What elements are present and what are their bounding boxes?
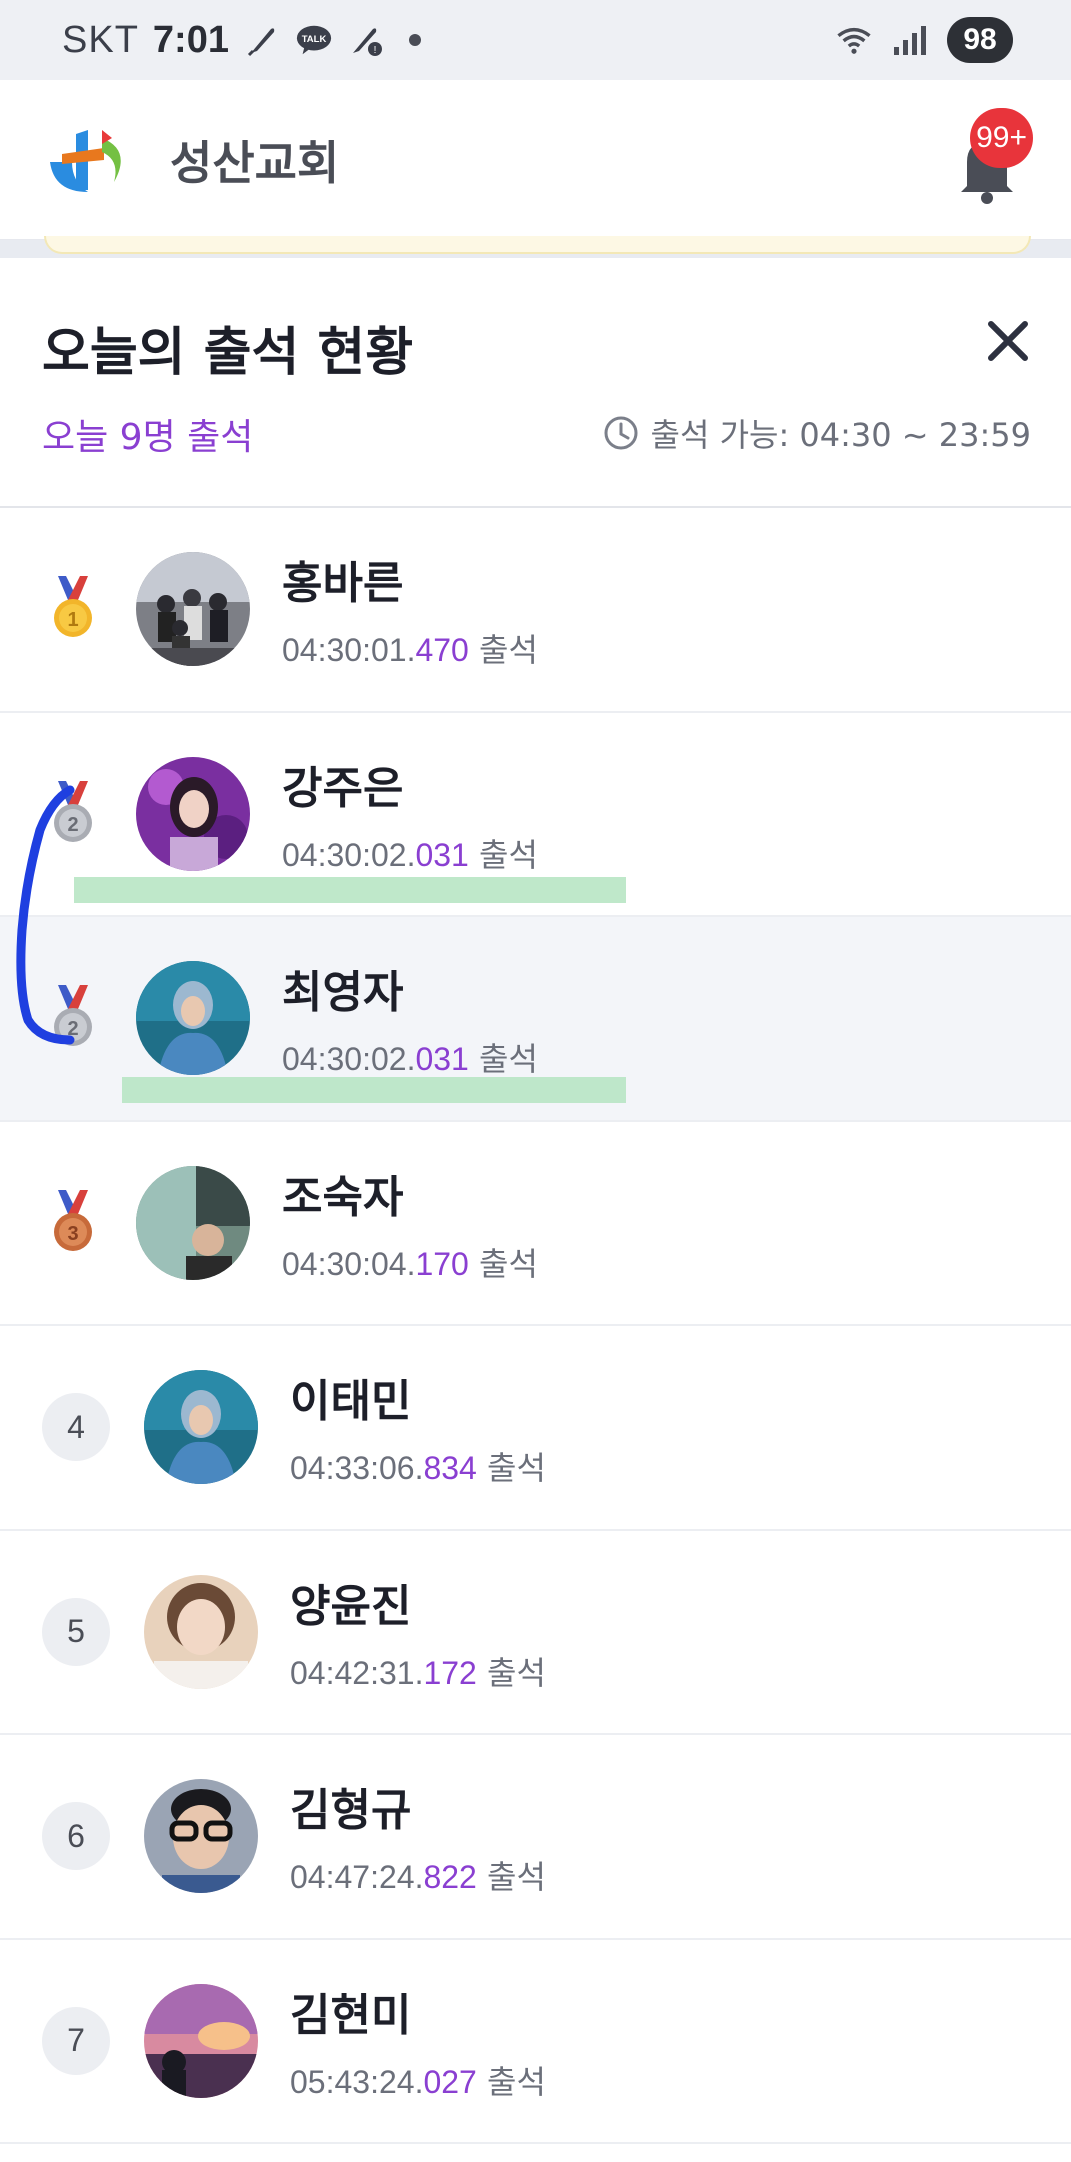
signal-icon	[891, 21, 929, 59]
gold-medal-icon: 1	[44, 574, 102, 644]
svg-text:TALK: TALK	[302, 34, 327, 45]
rank-badge: 4	[42, 1393, 110, 1462]
list-item[interactable]: 2 최영자 04:30:02.031 출석	[0, 917, 1071, 1122]
attendance-time: 04:33:06.834 출석	[290, 1449, 546, 1488]
silver-medal-icon: 2	[44, 983, 102, 1053]
attendance-sheet: 오늘의 출석 현황 오늘 9명 출석 출석 가능: 04:30 ~ 23:59 …	[0, 258, 1071, 2162]
attendance-time: 04:30:04.170 출석	[282, 1244, 538, 1283]
background-banner-peek	[0, 236, 1071, 260]
app-header: 성산교회 99+	[0, 80, 1071, 240]
today-attendance-count: 오늘 9명 출석	[42, 417, 254, 458]
attendee-name: 양윤진	[290, 1580, 412, 1632]
attendee-info: 최영자 04:30:02.031 출석	[282, 956, 538, 1080]
attendance-list: 1 홍바른 04:30:01.470 출석 2 강주은 04:30:02.031…	[0, 508, 1071, 2144]
notification-button[interactable]: 99+	[941, 108, 1033, 208]
attendance-window: 출석 가능: 04:30 ~ 23:59	[603, 410, 1031, 456]
attendance-time: 05:43:24.027 출석	[290, 2062, 546, 2101]
attendee-name: 김현미	[290, 1989, 412, 2041]
list-item[interactable]: 5 양윤진 04:42:31.172 출석	[0, 1531, 1071, 1735]
svg-text:1: 1	[67, 609, 78, 631]
attendee-info: 홍바른 04:30:01.470 출석	[282, 547, 538, 671]
status-right: 98	[835, 17, 1013, 63]
attendee-name: 김형규	[290, 1785, 412, 1837]
avatar	[144, 1574, 258, 1689]
feather-alert-icon: !	[347, 21, 385, 59]
bronze-medal-icon: 3	[44, 1188, 102, 1258]
attendee-info: 김형규 04:47:24.822 출석	[290, 1774, 546, 1898]
church-logo	[42, 120, 138, 200]
list-item[interactable]: 6 김형규 04:47:24.822 출석	[0, 1735, 1071, 1940]
list-item[interactable]: 7 김현미 05:43:24.027 출석	[0, 1940, 1071, 2144]
clock: 7:01	[152, 18, 229, 61]
avatar	[136, 552, 250, 667]
svg-text:!: !	[374, 45, 377, 56]
battery-indicator: 98	[947, 17, 1013, 63]
attendee-name: 최영자	[282, 967, 404, 1019]
attendee-info: 조숙자 04:30:04.170 출석	[282, 1161, 538, 1285]
attendance-time: 04:30:02.031 출석	[282, 1040, 538, 1079]
church-name: 성산교회	[170, 135, 340, 190]
list-item[interactable]: 2 강주은 04:30:02.031 출석	[0, 713, 1071, 917]
svg-text:2: 2	[67, 1018, 78, 1040]
carrier-label: SKT	[62, 18, 139, 61]
notification-badge: 99+	[970, 108, 1033, 168]
sheet-header: 오늘의 출석 현황 오늘 9명 출석 출석 가능: 04:30 ~ 23:59	[0, 258, 1071, 508]
avatar	[136, 756, 250, 871]
silver-medal-icon: 2	[44, 779, 102, 849]
avatar	[136, 961, 250, 1076]
avatar	[144, 1983, 258, 2098]
dot-icon	[408, 34, 421, 46]
sheet-title: 오늘의 출석 현황	[42, 323, 414, 383]
talk-icon: TALK	[295, 21, 333, 59]
attendee-name: 이태민	[290, 1376, 412, 1428]
attendance-time: 04:47:24.822 출석	[290, 1858, 546, 1897]
attendee-name: 강주은	[282, 762, 404, 814]
clock-icon	[604, 416, 638, 450]
attendance-window-label: 출석 가능: 04:30 ~ 23:59	[650, 416, 1031, 454]
list-item[interactable]: 3 조숙자 04:30:04.170 출석	[0, 1122, 1071, 1326]
svg-text:2: 2	[67, 814, 78, 836]
avatar	[136, 1165, 250, 1280]
attendee-info: 양윤진 04:42:31.172 출석	[290, 1570, 546, 1694]
svg-text:3: 3	[67, 1223, 78, 1245]
attendee-info: 이태민 04:33:06.834 출석	[290, 1365, 546, 1489]
list-item[interactable]: 4 이태민 04:33:06.834 출석	[0, 1326, 1071, 1531]
rank-badge: 6	[42, 1802, 110, 1871]
close-icon	[988, 321, 1028, 361]
status-bar: SKT 7:01 TALK ! 98	[0, 0, 1071, 80]
attendee-name: 홍바른	[282, 558, 404, 610]
feather-icon	[243, 21, 281, 59]
attendance-time: 04:30:01.470 출석	[282, 631, 538, 670]
close-button[interactable]	[983, 316, 1033, 366]
attendance-time: 04:30:02.031 출석	[282, 835, 538, 874]
attendee-name: 조숙자	[282, 1171, 404, 1223]
avatar	[144, 1779, 258, 1894]
attendee-info: 김현미 05:43:24.027 출석	[290, 1979, 546, 2103]
highlight-mark	[74, 876, 626, 903]
list-item[interactable]: 1 홍바른 04:30:01.470 출석	[0, 508, 1071, 713]
attendee-info: 강주은 04:30:02.031 출석	[282, 752, 538, 876]
rank-badge: 5	[42, 1597, 110, 1666]
highlight-mark	[122, 1077, 626, 1103]
rank-badge: 7	[42, 2006, 110, 2075]
avatar	[144, 1370, 258, 1485]
wifi-icon	[835, 21, 873, 59]
attendance-time: 04:42:31.172 출석	[290, 1653, 546, 1692]
status-left: SKT 7:01 TALK !	[62, 19, 421, 62]
